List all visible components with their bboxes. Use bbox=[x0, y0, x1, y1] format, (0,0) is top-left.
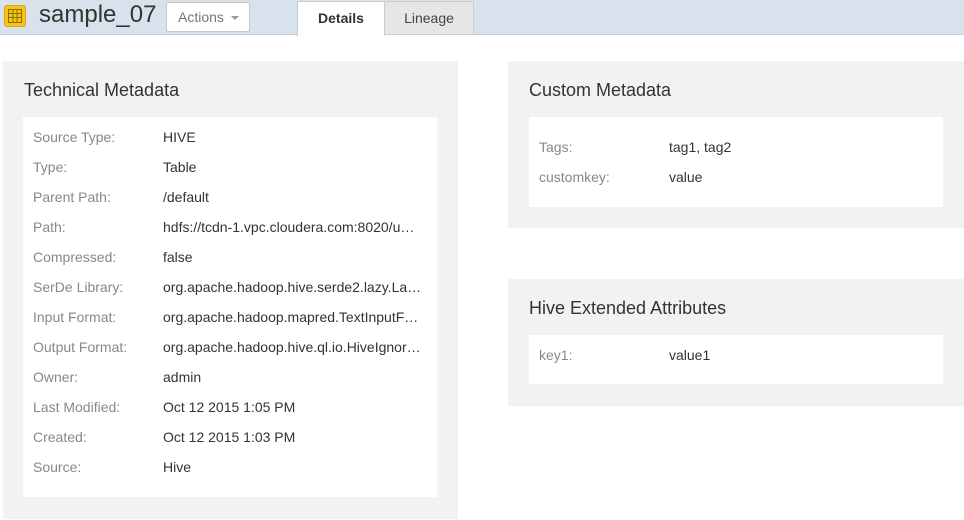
technical-metadata-panel: Technical Metadata Source Type: HIVE Typ… bbox=[3, 61, 458, 519]
metadata-key: Type: bbox=[33, 159, 68, 175]
metadata-key: Source Type: bbox=[33, 129, 116, 145]
tab-lineage[interactable]: Lineage bbox=[384, 1, 474, 34]
metadata-row: key1: value1 bbox=[539, 345, 933, 375]
top-bar: sample_07 Actions Details Lineage bbox=[0, 0, 964, 36]
metadata-row: Input Format: org.apache.hadoop.mapred.T… bbox=[33, 307, 427, 337]
metadata-value: /default bbox=[163, 189, 209, 205]
metadata-value: hdfs://tcdn-1.vpc.cloudera.com:8020/u… bbox=[163, 219, 415, 235]
metadata-value: tag1, tag2 bbox=[669, 139, 732, 155]
metadata-key: Compressed: bbox=[33, 249, 117, 265]
metadata-value: value1 bbox=[669, 347, 711, 363]
metadata-row: Source: Hive bbox=[33, 457, 427, 487]
metadata-row: Source Type: HIVE bbox=[33, 127, 427, 157]
metadata-value: Hive bbox=[163, 459, 192, 475]
metadata-value: org.apache.hadoop.hive.serde2.lazy.La… bbox=[163, 279, 422, 295]
panel-title: Custom Metadata bbox=[529, 80, 672, 100]
metadata-row: Type: Table bbox=[33, 157, 427, 187]
metadata-key: Path: bbox=[33, 219, 66, 235]
hive-attributes-list: key1: value1 bbox=[529, 335, 943, 384]
custom-metadata-panel: Custom Metadata Tags: tag1, tag2 customk… bbox=[508, 61, 964, 228]
metadata-key: SerDe Library: bbox=[33, 279, 124, 295]
metadata-key: Output Format: bbox=[33, 339, 128, 355]
metadata-key: Parent Path: bbox=[33, 189, 111, 205]
metadata-key: key1: bbox=[539, 347, 573, 363]
metadata-value: Oct 12 2015 1:03 PM bbox=[163, 429, 296, 445]
metadata-key: Last Modified: bbox=[33, 399, 121, 415]
entity-title: sample_07 bbox=[39, 1, 157, 28]
metadata-key: Owner: bbox=[33, 369, 79, 385]
metadata-value: org.apache.hadoop.mapred.TextInputF… bbox=[163, 309, 419, 325]
metadata-row: Path: hdfs://tcdn-1.vpc.cloudera.com:802… bbox=[33, 217, 427, 247]
metadata-value: Oct 12 2015 1:05 PM bbox=[163, 399, 296, 415]
metadata-key: Input Format: bbox=[33, 309, 117, 325]
metadata-row: Last Modified: Oct 12 2015 1:05 PM bbox=[33, 397, 427, 427]
metadata-key: Tags: bbox=[539, 139, 573, 155]
panel-title: Hive Extended Attributes bbox=[529, 298, 727, 318]
custom-metadata-list: Tags: tag1, tag2 customkey: value bbox=[529, 117, 943, 207]
metadata-key: Source: bbox=[33, 459, 82, 475]
metadata-row: Compressed: false bbox=[33, 247, 427, 277]
metadata-value: value bbox=[669, 169, 703, 185]
metadata-value: admin bbox=[163, 369, 202, 385]
metadata-key: Created: bbox=[33, 429, 87, 445]
panel-title: Technical Metadata bbox=[24, 80, 180, 100]
metadata-row: Tags: tag1, tag2 bbox=[539, 137, 933, 167]
tab-details[interactable]: Details bbox=[297, 1, 385, 36]
metadata-value: Table bbox=[163, 159, 197, 175]
metadata-row: SerDe Library: org.apache.hadoop.hive.se… bbox=[33, 277, 427, 307]
metadata-value: HIVE bbox=[163, 129, 196, 145]
metadata-row: Output Format: org.apache.hadoop.hive.ql… bbox=[33, 337, 427, 367]
caret-down-icon bbox=[231, 16, 239, 20]
table-icon bbox=[4, 5, 26, 27]
actions-dropdown-button[interactable]: Actions bbox=[166, 2, 250, 32]
metadata-row: Owner: admin bbox=[33, 367, 427, 397]
metadata-row: Created: Oct 12 2015 1:03 PM bbox=[33, 427, 427, 457]
technical-metadata-list: Source Type: HIVE Type: Table Parent Pat… bbox=[23, 117, 437, 497]
metadata-row: Parent Path: /default bbox=[33, 187, 427, 217]
metadata-value: false bbox=[163, 249, 193, 265]
hive-extended-attributes-panel: Hive Extended Attributes key1: value1 bbox=[508, 279, 964, 406]
metadata-value: org.apache.hadoop.hive.ql.io.HiveIgnor… bbox=[163, 339, 421, 355]
actions-label: Actions bbox=[178, 9, 224, 25]
metadata-row: customkey: value bbox=[539, 167, 933, 197]
metadata-key: customkey: bbox=[539, 169, 610, 185]
